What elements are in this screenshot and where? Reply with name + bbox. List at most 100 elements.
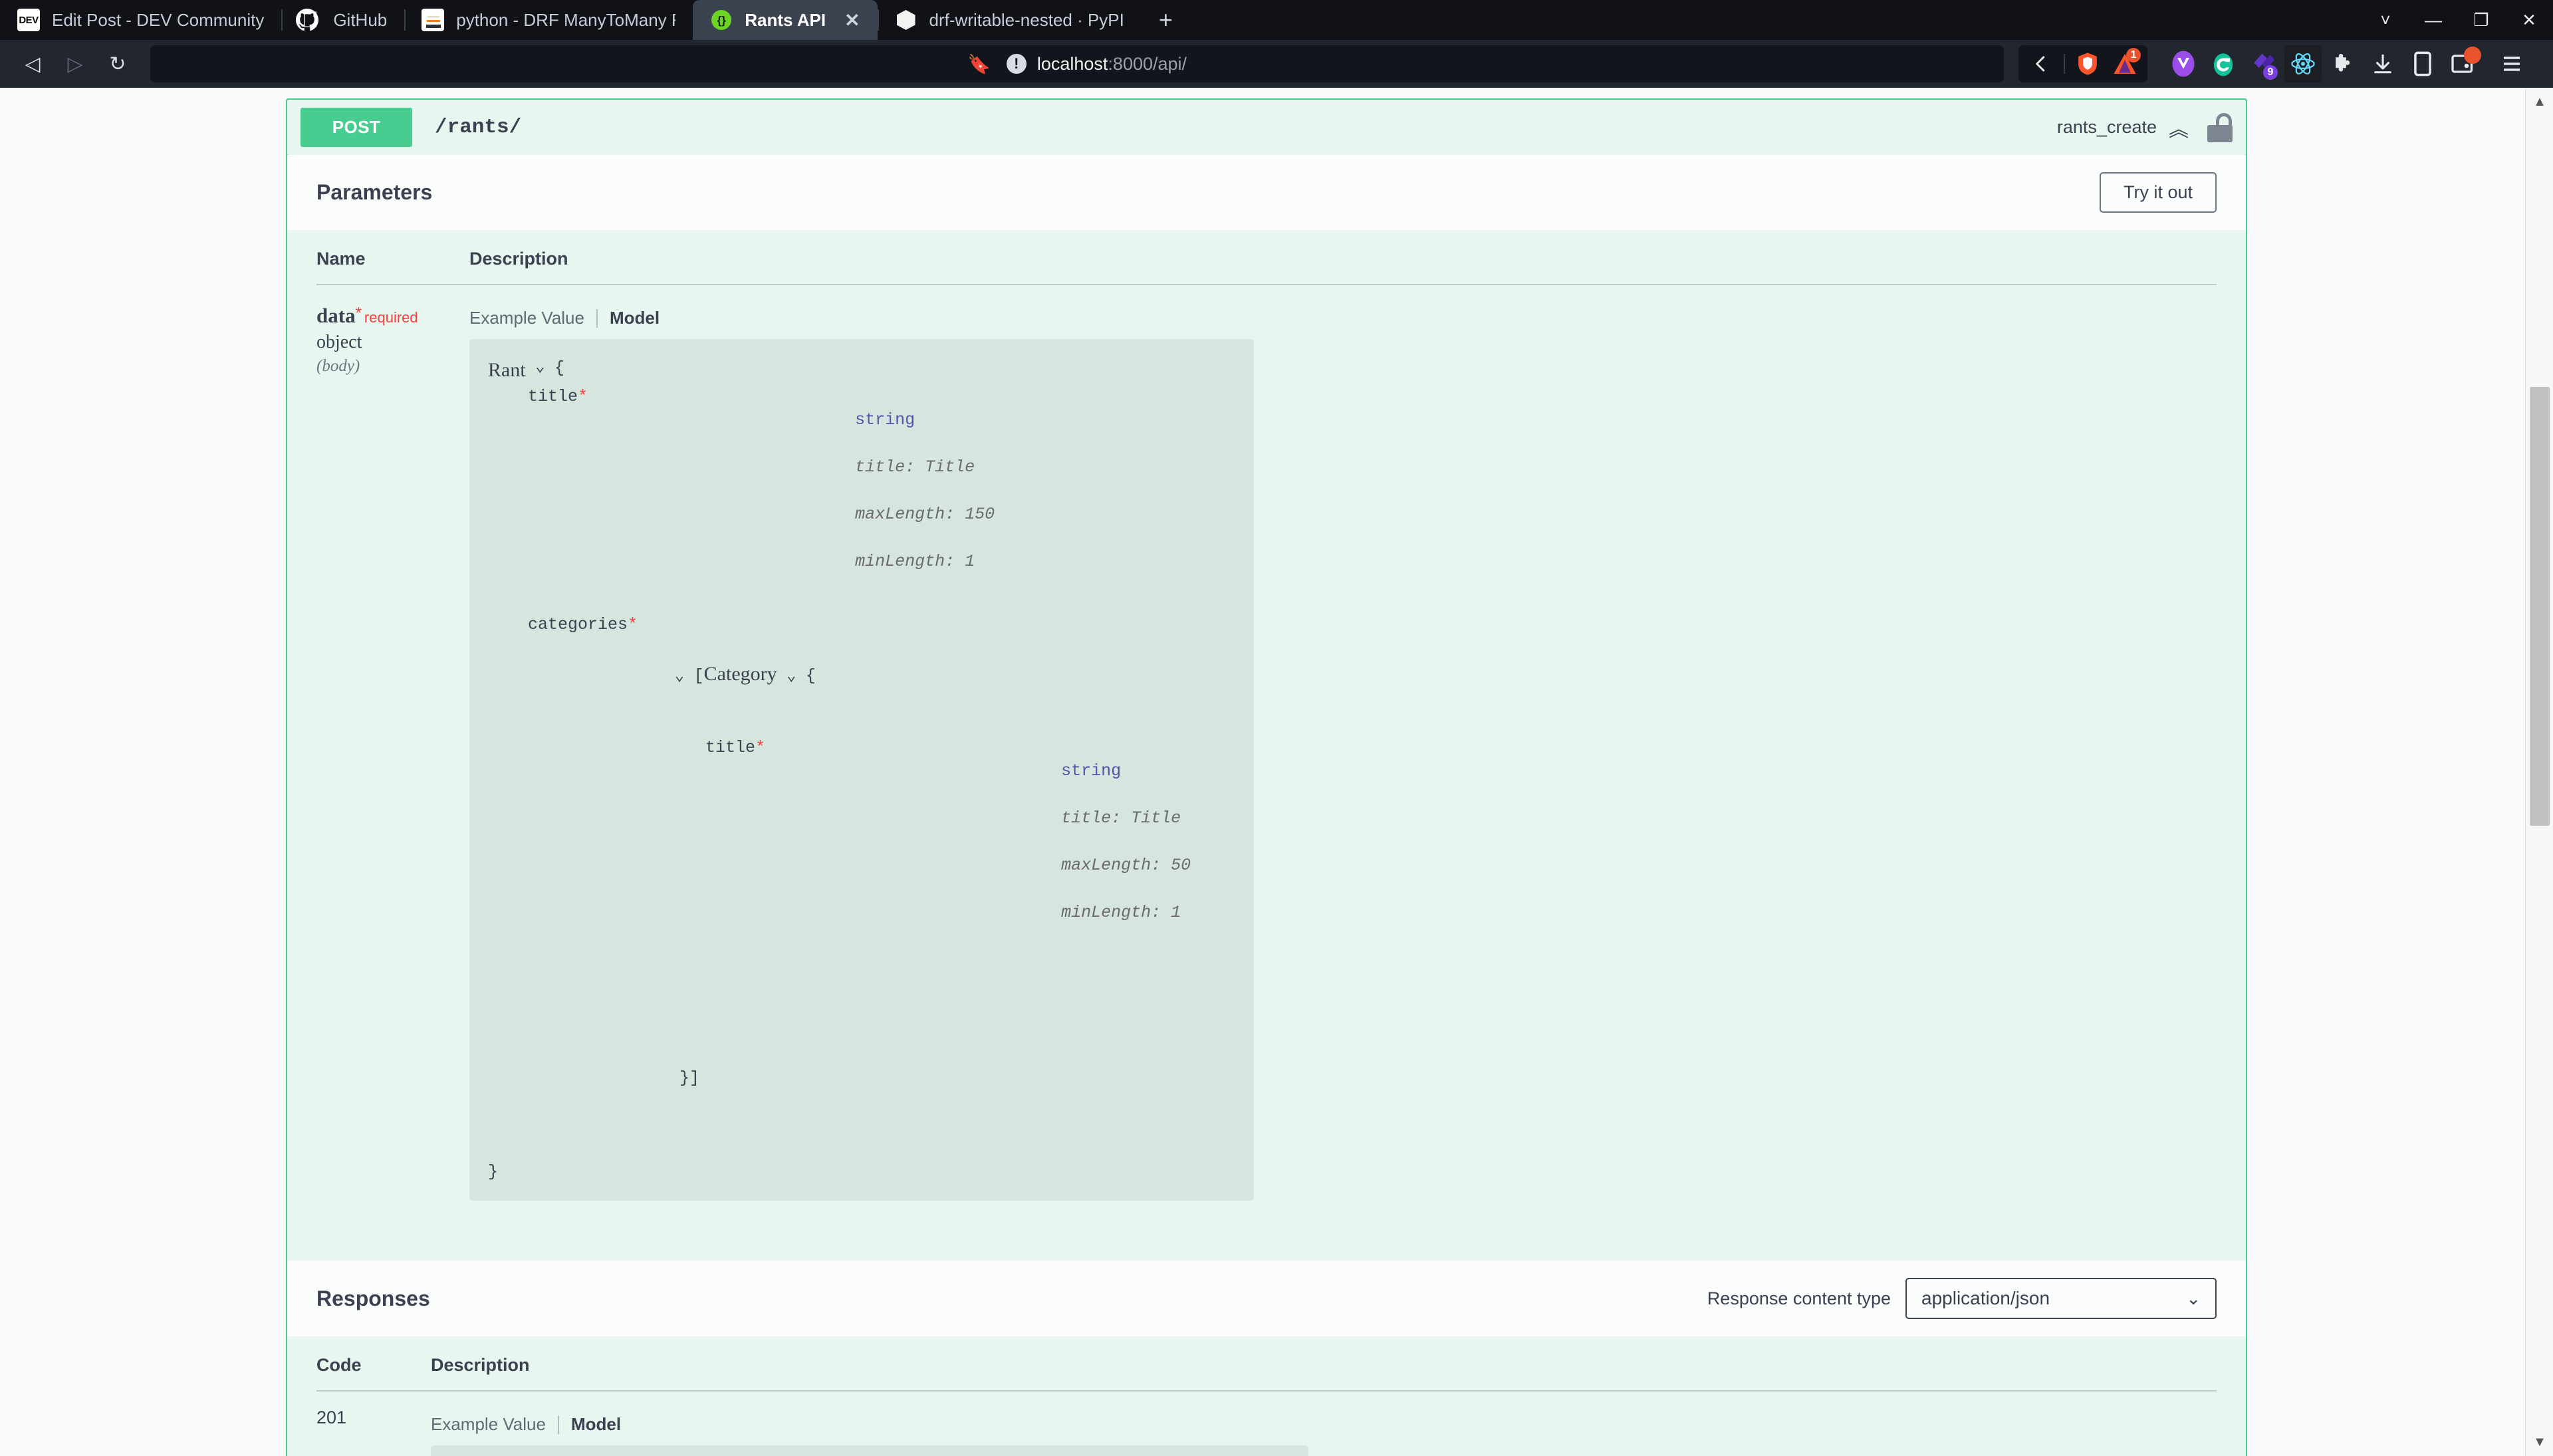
window-controls: ˅ — ❐ ✕ [2362,0,2553,40]
http-method-badge: POST [301,108,412,147]
chevron-down-icon[interactable]: ⌄ [656,666,694,688]
url-path: :8000/api/ [1108,54,1187,74]
browser-tab-dev[interactable]: DEV Edit Post - DEV Community [0,0,281,40]
page-title: Parameters [316,180,432,205]
required-star: * [578,387,588,406]
bookmark-icon[interactable]: 🔖 [967,53,996,75]
address-bar[interactable]: 🔖 ! localhost:8000/api/ [150,45,2004,82]
try-it-out-button[interactable]: Try it out [2100,172,2217,213]
selected-value: application/json [1921,1288,2050,1309]
responses-title: Responses [316,1286,430,1311]
parameter-description-cell: Example Value Model Rant ⌄ { [469,301,2217,1261]
responses-header: Responses Response content type applicat… [287,1261,2246,1336]
brave-shields-icon[interactable] [2069,45,2106,82]
response-content-type-label: Response content type [1707,1288,1891,1309]
column-header-description: Description [431,1355,530,1376]
mobile-view-icon[interactable] [2404,45,2441,82]
react-devtools-icon[interactable] [2284,45,2322,82]
browser-tab-pypi[interactable]: drf-writable-nested · PyPI [878,0,1142,40]
property-type: string [1061,761,1121,781]
tab-example-value[interactable]: Example Value [431,1414,546,1435]
parameter-name-cell: data*required object (body) [316,301,469,1261]
swagger-icon: {} [710,9,733,31]
redux-devtools-icon[interactable]: 9 [2245,45,2282,82]
property-type: string [855,410,915,429]
forward-icon[interactable]: ▷ [57,46,93,82]
page-scrollbar[interactable]: ▲ ▼ [2525,88,2553,1456]
notification-dot [2464,47,2481,64]
grammarly-icon[interactable] [2205,45,2242,82]
scroll-up-arrow[interactable]: ▲ [2526,88,2553,116]
property-meta: maxLength: 50 [1061,856,1191,875]
schema-property-title: title* string title: Title maxLength: 15… [488,385,1235,598]
not-secure-icon[interactable]: ! [1007,54,1027,74]
download-icon[interactable] [2364,45,2401,82]
scroll-down-arrow[interactable]: ▼ [2526,1428,2553,1456]
property-meta: maxLength: 150 [855,505,995,524]
swagger-ui-content: POST /rants/ rants_create ︽ Parameters T… [286,88,2247,1456]
vuejs-devtools-icon[interactable] [2165,45,2202,82]
table-row: 201 Example Value Model Rant [316,1392,2217,1456]
new-tab-button[interactable]: + [1142,0,1190,40]
browser-tab-rants-api[interactable]: {} Rants API ✕ [693,0,877,40]
share-icon[interactable] [2022,45,2060,82]
unlocked-padlock-icon[interactable] [2207,113,2233,142]
badge-count: 1 [2126,48,2141,62]
divider [2064,54,2065,74]
tab-title: GitHub [333,10,387,31]
array-open: [ [694,664,704,688]
tab-title: Edit Post - DEV Community [52,10,264,31]
restore-icon[interactable]: ❐ [2457,0,2505,40]
tab-example-value[interactable]: Example Value [469,308,584,328]
scrollbar-thumb[interactable] [2530,387,2550,826]
property-meta: minLength: 1 [1061,903,1181,922]
operation-summary[interactable]: POST /rants/ rants_create ︽ [286,98,2247,156]
chevron-up-icon[interactable]: ︽ [2169,113,2198,142]
table-header-row: Code Description [316,1336,2217,1390]
tab-strip: DEV Edit Post - DEV Community  GitHub p… [0,0,2553,40]
property-meta: minLength: 1 [855,552,975,571]
request-model-schema: Rant ⌄ { title* string title: [469,339,1254,1201]
wallet-icon[interactable] [2444,45,2481,82]
hamburger-menu-icon[interactable] [2493,45,2530,82]
property-meta: title: Title [855,457,975,477]
reload-icon[interactable]: ↻ [100,46,136,82]
response-content-type-select[interactable]: application/json ⌄ [1905,1278,2217,1319]
property-name: title [705,738,755,757]
required-label: required [364,309,418,326]
close-icon[interactable]: ✕ [844,9,860,31]
tab-model[interactable]: Model [571,1414,621,1435]
tab-model[interactable]: Model [610,308,660,328]
browser-tab-stackoverflow[interactable]: python - DRF ManyToMany Fie [404,0,693,40]
response-description-cell: Example Value Model Rant ⌄ { [431,1407,2217,1456]
dev-icon: DEV [17,9,40,31]
chevron-down-icon[interactable]: ⌄ [526,356,554,379]
github-icon:  [299,9,321,31]
model-name: Rant [488,356,526,385]
tab-title: drf-writable-nested · PyPI [929,10,1124,31]
chevron-down-icon[interactable]: ⌄ [777,666,806,688]
parameters-header: Parameters Try it out [287,155,2246,230]
table-header-row: Name Description [316,230,2217,284]
property-meta: title: Title [1061,808,1181,828]
minimize-icon[interactable]: — [2409,0,2457,40]
toolbar-icons: 1 9 [2018,45,2538,82]
browser-tab-github[interactable]:  GitHub [281,0,404,40]
divider [558,1415,559,1434]
response-content-type-group: Response content type application/json ⌄ [1707,1278,2217,1319]
operation-path: /rants/ [412,116,2057,139]
chevron-down-icon: ⌄ [2186,1288,2201,1309]
schema-property-categories: categories* ⌄ [ Category ⌄ { [488,613,1235,1138]
brave-rewards-icon[interactable]: 1 [2106,45,2143,82]
back-icon[interactable]: ◁ [15,46,51,82]
property-name: categories [528,615,628,634]
chevron-down-icon[interactable]: ˅ [2362,0,2409,40]
url-host: localhost [1037,54,1108,74]
example-model-tabs: Example Value Model [469,301,2217,339]
parameter-name: data [316,304,356,327]
page-viewport: POST /rants/ rants_create ︽ Parameters T… [0,88,2553,1456]
response-model-schema: Rant ⌄ { id integer title: ID [431,1445,1308,1456]
puzzle-extensions-icon[interactable] [2324,45,2362,82]
brave-button-group: 1 [2018,45,2147,82]
close-icon[interactable]: ✕ [2505,0,2553,40]
